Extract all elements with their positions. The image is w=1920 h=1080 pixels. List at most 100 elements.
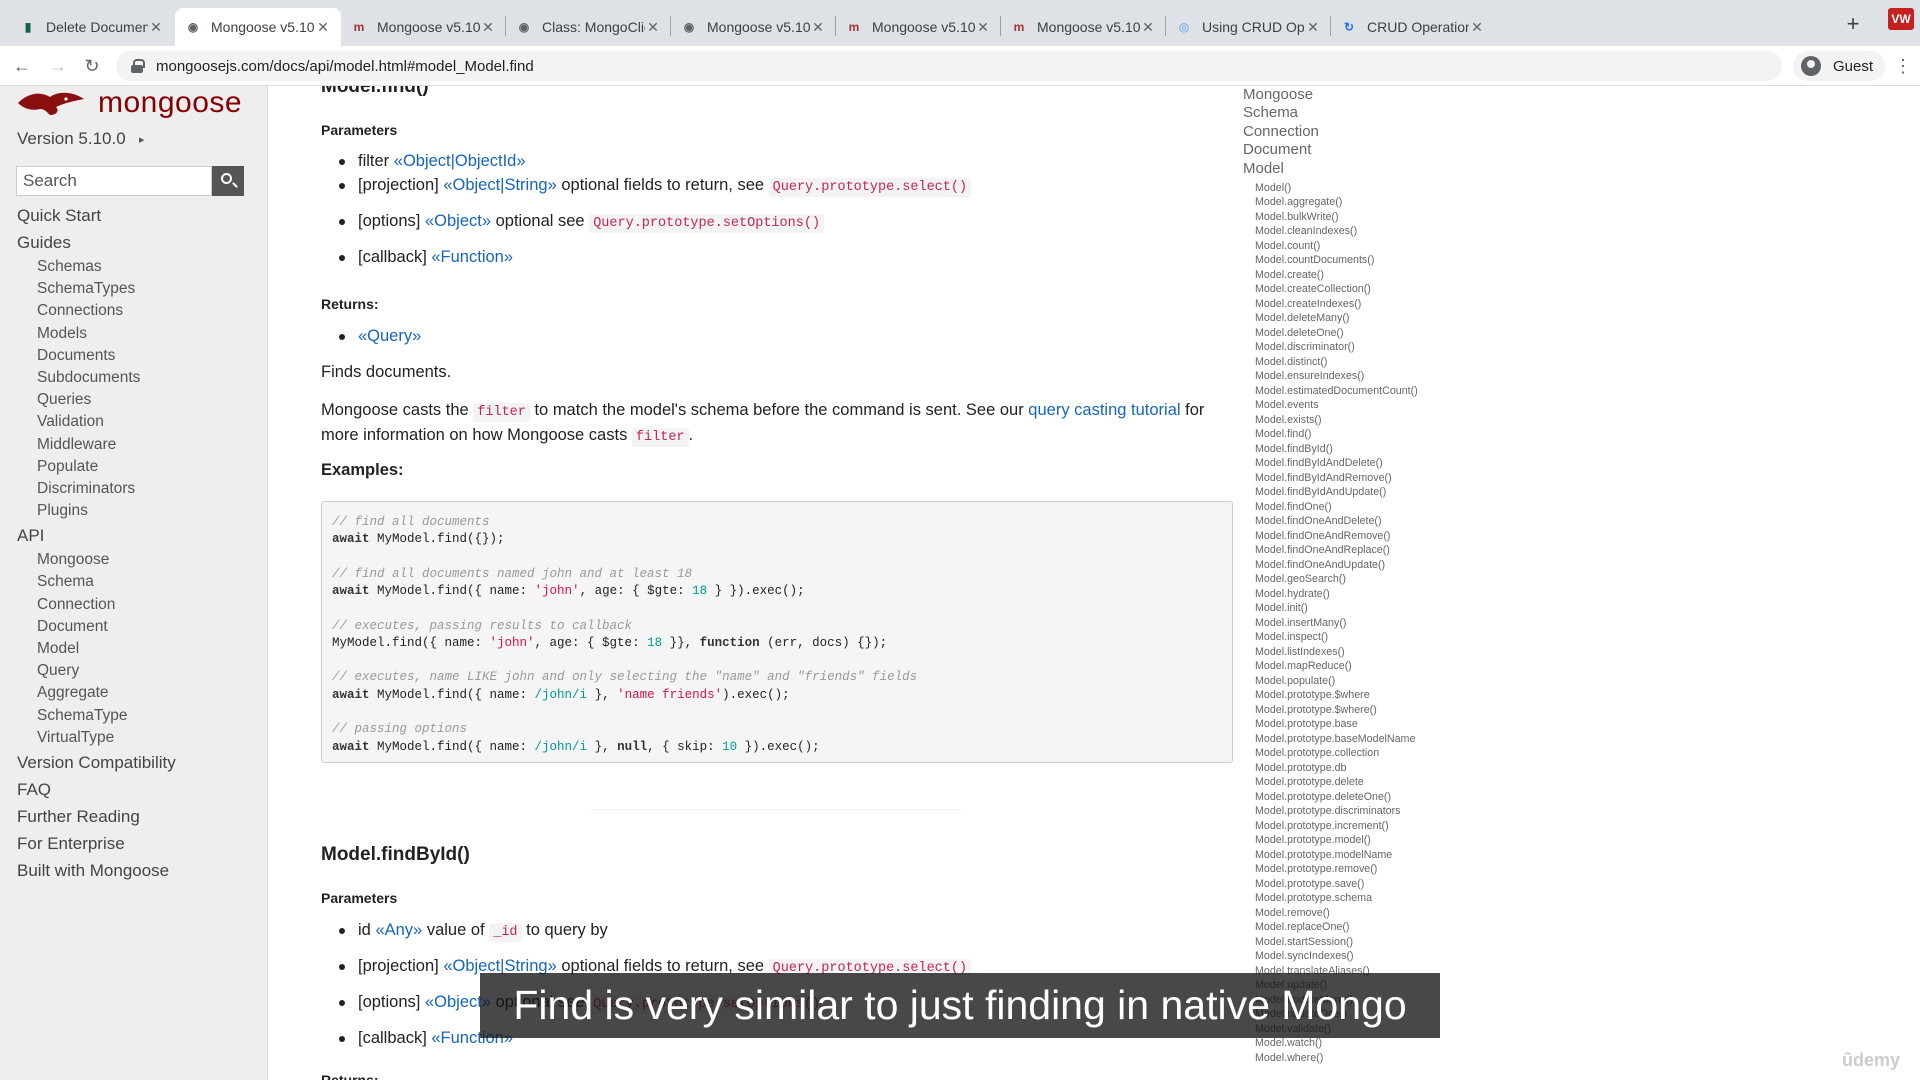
- close-icon[interactable]: ✕: [645, 19, 661, 36]
- toc-item[interactable]: Model.exists(): [1243, 413, 1523, 428]
- sidebar-item-populate[interactable]: Populate: [0, 456, 268, 478]
- toc-item[interactable]: Model.inspect(): [1243, 630, 1523, 645]
- toc-item[interactable]: Model.insertMany(): [1243, 616, 1523, 631]
- sidebar-item-models[interactable]: Models: [0, 323, 268, 345]
- sidebar-item-model[interactable]: Model: [0, 638, 268, 660]
- toc-item[interactable]: Model.populate(): [1243, 674, 1523, 689]
- close-icon[interactable]: ✕: [975, 19, 991, 36]
- sidebar-item-validation[interactable]: Validation: [0, 411, 268, 433]
- toc-item[interactable]: Model.distinct(): [1243, 355, 1523, 370]
- toc-section-mongoose[interactable]: Mongoose: [1243, 86, 1523, 104]
- param-type-link[interactable]: «Object»: [425, 212, 491, 230]
- browser-tab[interactable]: m Mongoose v5.10.0: Gc✕: [836, 8, 1001, 46]
- sidebar-item-virtualtype[interactable]: VirtualType: [0, 727, 268, 749]
- toc-item[interactable]: Model.prototype.schema: [1243, 891, 1523, 906]
- toc-item[interactable]: Model.events: [1243, 398, 1523, 413]
- toc-item[interactable]: Model.prototype.$where: [1243, 688, 1523, 703]
- param-type-link[interactable]: «Object|ObjectId»: [394, 152, 526, 170]
- toc-item[interactable]: Model.count(): [1243, 239, 1523, 254]
- toc-item[interactable]: Model.find(): [1243, 427, 1523, 442]
- close-icon[interactable]: ✕: [148, 19, 164, 36]
- version-selector[interactable]: Version 5.10.0: [17, 129, 126, 149]
- toc-item[interactable]: Model.prototype.save(): [1243, 877, 1523, 892]
- browser-tab[interactable]: m Mongoose v5.10.0: Sc✕: [341, 8, 506, 46]
- toc-item[interactable]: Model.createCollection(): [1243, 282, 1523, 297]
- sidebar-item-faq[interactable]: FAQ: [0, 776, 268, 803]
- sidebar-item-connection[interactable]: Connection: [0, 594, 268, 616]
- toc-item[interactable]: Model.watch(): [1243, 1036, 1523, 1051]
- toc-item[interactable]: Model.replaceOne(): [1243, 920, 1523, 935]
- sidebar-item-query[interactable]: Query: [0, 660, 268, 682]
- sidebar-item-schematype[interactable]: SchemaType: [0, 705, 268, 727]
- toc-item[interactable]: Model.prototype.delete: [1243, 775, 1523, 790]
- toc-item[interactable]: Model.create(): [1243, 268, 1523, 283]
- profile-button[interactable]: Guest: [1793, 51, 1885, 81]
- toc-item[interactable]: Model.createIndexes(): [1243, 297, 1523, 312]
- returns-type-link[interactable]: «Query»: [358, 327, 421, 345]
- sidebar-item-subdocuments[interactable]: Subdocuments: [0, 367, 268, 389]
- back-arrow-icon[interactable]: ←: [8, 52, 36, 80]
- sidebar-item-further-reading[interactable]: Further Reading: [0, 803, 268, 830]
- toc-item[interactable]: Model.geoSearch(): [1243, 572, 1523, 587]
- param-type-link[interactable]: «Function»: [431, 248, 513, 266]
- browser-menu-icon[interactable]: ⋮: [1893, 52, 1913, 80]
- toc-item[interactable]: Model.prototype.discriminators: [1243, 804, 1523, 819]
- toc-item[interactable]: Model.remove(): [1243, 906, 1523, 921]
- toc-item[interactable]: Model.findOneAndRemove(): [1243, 529, 1523, 544]
- toc-section-schema[interactable]: Schema: [1243, 104, 1523, 122]
- toc-item[interactable]: Model.mapReduce(): [1243, 659, 1523, 674]
- caret-right-icon[interactable]: ▸: [139, 133, 145, 146]
- sidebar-item-queries[interactable]: Queries: [0, 389, 268, 411]
- sidebar-item-api[interactable]: API: [0, 522, 268, 549]
- toc-item[interactable]: Model.aggregate(): [1243, 195, 1523, 210]
- close-icon[interactable]: ✕: [810, 19, 826, 36]
- browser-tab[interactable]: ◉ Class: MongoClient✕: [506, 8, 671, 46]
- toc-item[interactable]: Model.cleanIndexes(): [1243, 224, 1523, 239]
- toc-item[interactable]: Model.discriminator(): [1243, 340, 1523, 355]
- toc-item[interactable]: Model.listIndexes(): [1243, 645, 1523, 660]
- toc-item[interactable]: Model.prototype.deleteOne(): [1243, 790, 1523, 805]
- sidebar-item-quick-start[interactable]: Quick Start: [0, 202, 268, 229]
- sidebar-item-documents[interactable]: Documents: [0, 345, 268, 367]
- forward-arrow-icon[interactable]: →: [44, 52, 72, 80]
- toc-item[interactable]: Model.findByIdAndUpdate(): [1243, 485, 1523, 500]
- toc-section-connection[interactable]: Connection: [1243, 123, 1523, 141]
- toc-section-document[interactable]: Document: [1243, 141, 1523, 159]
- sidebar-item-mongoose[interactable]: Mongoose: [0, 549, 268, 571]
- toc-item[interactable]: Model.prototype.baseModelName: [1243, 732, 1523, 747]
- toc-item[interactable]: Model.ensureIndexes(): [1243, 369, 1523, 384]
- site-logo[interactable]: mongoose: [16, 86, 242, 120]
- search-button[interactable]: [212, 166, 244, 196]
- toc-item[interactable]: Model.deleteMany(): [1243, 311, 1523, 326]
- toc-item[interactable]: Model.findById(): [1243, 442, 1523, 457]
- close-icon[interactable]: ✕: [1469, 19, 1485, 36]
- toc-item[interactable]: Model.deleteOne(): [1243, 326, 1523, 341]
- sidebar-item-for-enterprise[interactable]: For Enterprise: [0, 830, 268, 857]
- browser-tab[interactable]: ◉ Mongoose v5.10.0:✕: [175, 8, 341, 46]
- toc-item[interactable]: Model.prototype.model(): [1243, 833, 1523, 848]
- sidebar-item-schema[interactable]: Schema: [0, 571, 268, 593]
- toc-item[interactable]: Model.prototype.db: [1243, 761, 1523, 776]
- sidebar-item-document[interactable]: Document: [0, 616, 268, 638]
- extension-badge[interactable]: VW: [1888, 8, 1914, 30]
- search-input[interactable]: [16, 166, 212, 196]
- sidebar-item-schemas[interactable]: Schemas: [0, 256, 268, 278]
- param-type-link[interactable]: «Object|String»: [443, 176, 556, 194]
- toc-item[interactable]: Model.prototype.increment(): [1243, 819, 1523, 834]
- sidebar-item-connections[interactable]: Connections: [0, 300, 268, 322]
- toc-item[interactable]: Model.findOne(): [1243, 500, 1523, 515]
- browser-tab[interactable]: ▮ Delete Documents — ✕: [10, 8, 174, 46]
- sidebar-item-plugins[interactable]: Plugins: [0, 500, 268, 522]
- toc-item[interactable]: Model.countDocuments(): [1243, 253, 1523, 268]
- sidebar-item-version-compatibility[interactable]: Version Compatibility: [0, 749, 268, 776]
- close-icon[interactable]: ✕: [480, 19, 496, 36]
- toc-item[interactable]: Model.findOneAndUpdate(): [1243, 558, 1523, 573]
- toc-section-model[interactable]: Model: [1243, 160, 1523, 178]
- toc-item[interactable]: Model.bulkWrite(): [1243, 210, 1523, 225]
- sidebar-item-discriminators[interactable]: Discriminators: [0, 478, 268, 500]
- toc-item[interactable]: Model.where(): [1243, 1051, 1523, 1066]
- close-icon[interactable]: ✕: [1140, 19, 1156, 36]
- query-casting-link[interactable]: query casting tutorial: [1028, 401, 1180, 419]
- toc-item[interactable]: Model.syncIndexes(): [1243, 949, 1523, 964]
- toc-item[interactable]: Model.startSession(): [1243, 935, 1523, 950]
